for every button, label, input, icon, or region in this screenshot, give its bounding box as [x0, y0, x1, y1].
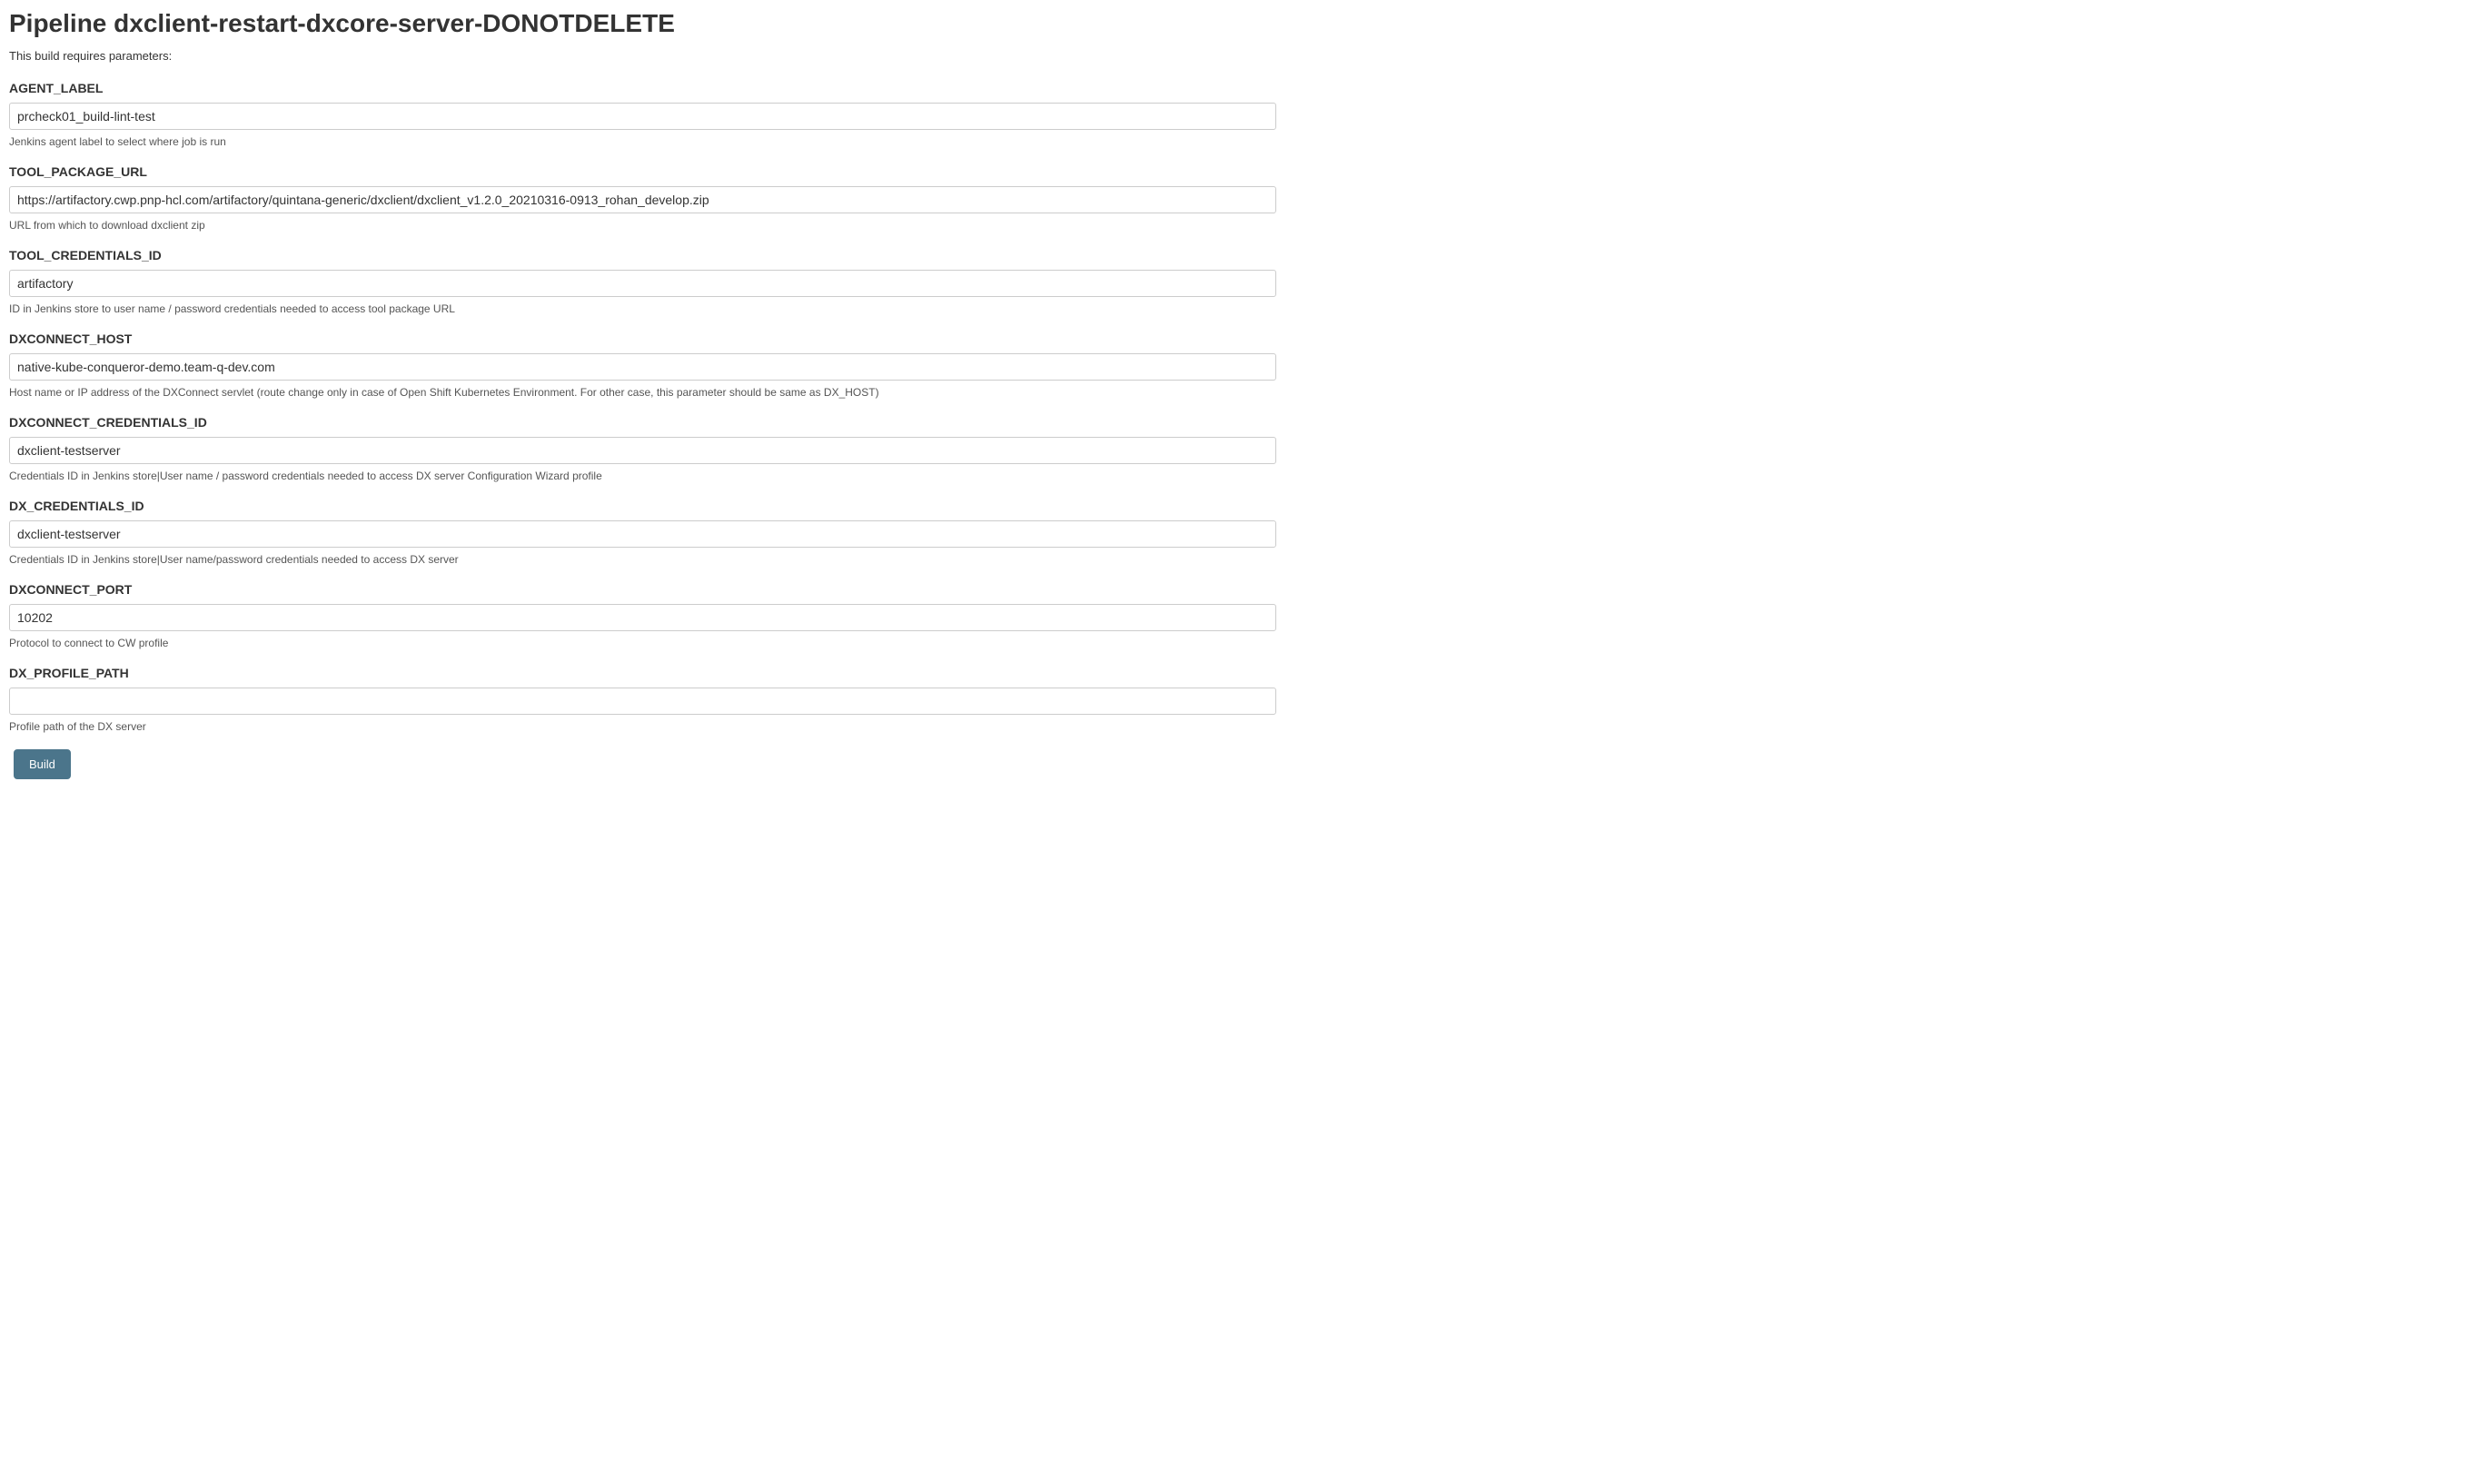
param-block-dxconnect-credentials-id: DXCONNECT_CREDENTIALS_ID Credentials ID … [9, 415, 2469, 482]
param-desc: Host name or IP address of the DXConnect… [9, 386, 2469, 399]
dxconnect-port-input[interactable] [9, 604, 1276, 631]
dx-profile-path-input[interactable] [9, 688, 1276, 715]
build-button[interactable]: Build [14, 749, 71, 779]
param-block-dxconnect-port: DXCONNECT_PORT Protocol to connect to CW… [9, 582, 2469, 649]
param-block-tool-package-url: TOOL_PACKAGE_URL URL from which to downl… [9, 164, 2469, 232]
param-label: DXCONNECT_PORT [9, 582, 2469, 597]
param-label: TOOL_PACKAGE_URL [9, 164, 2469, 179]
param-label: DXCONNECT_HOST [9, 331, 2469, 346]
param-block-dxconnect-host: DXCONNECT_HOST Host name or IP address o… [9, 331, 2469, 399]
param-block-dx-credentials-id: DX_CREDENTIALS_ID Credentials ID in Jenk… [9, 499, 2469, 566]
dx-credentials-id-input[interactable] [9, 520, 1276, 548]
param-label: DX_PROFILE_PATH [9, 666, 2469, 680]
param-label: DX_CREDENTIALS_ID [9, 499, 2469, 513]
param-desc: Profile path of the DX server [9, 720, 2469, 733]
param-desc: Credentials ID in Jenkins store|User nam… [9, 470, 2469, 482]
param-desc: Protocol to connect to CW profile [9, 637, 2469, 649]
dxconnect-credentials-id-input[interactable] [9, 437, 1276, 464]
build-note: This build requires parameters: [9, 49, 2469, 63]
param-desc: URL from which to download dxclient zip [9, 219, 2469, 232]
param-block-agent-label: AGENT_LABEL Jenkins agent label to selec… [9, 81, 2469, 148]
param-label: AGENT_LABEL [9, 81, 2469, 95]
param-block-dx-profile-path: DX_PROFILE_PATH Profile path of the DX s… [9, 666, 2469, 733]
agent-label-input[interactable] [9, 103, 1276, 130]
param-label: TOOL_CREDENTIALS_ID [9, 248, 2469, 262]
page-title: Pipeline dxclient-restart-dxcore-server-… [9, 9, 2469, 38]
param-block-tool-credentials-id: TOOL_CREDENTIALS_ID ID in Jenkins store … [9, 248, 2469, 315]
tool-package-url-input[interactable] [9, 186, 1276, 213]
dxconnect-host-input[interactable] [9, 353, 1276, 381]
param-desc: Credentials ID in Jenkins store|User nam… [9, 553, 2469, 566]
tool-credentials-id-input[interactable] [9, 270, 1276, 297]
param-desc: Jenkins agent label to select where job … [9, 135, 2469, 148]
param-desc: ID in Jenkins store to user name / passw… [9, 302, 2469, 315]
param-label: DXCONNECT_CREDENTIALS_ID [9, 415, 2469, 430]
